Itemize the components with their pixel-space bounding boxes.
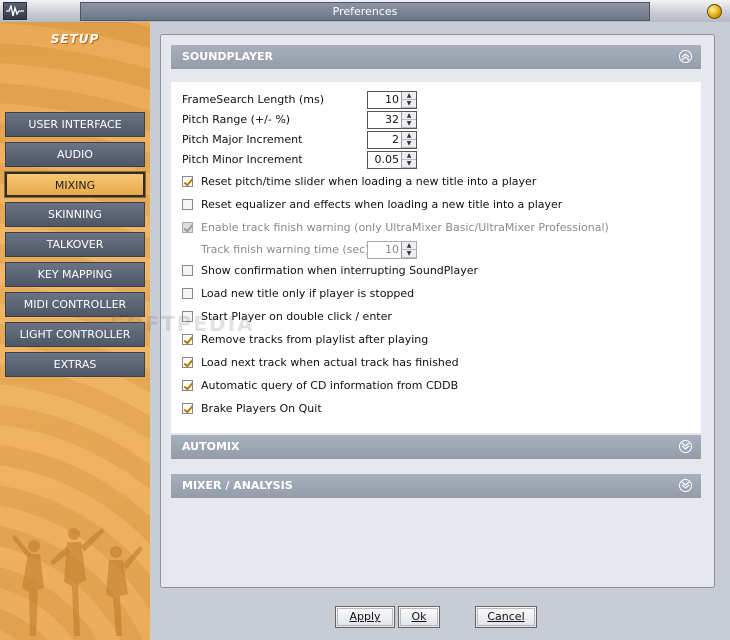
checkbox-checked-icon[interactable] [182,176,193,187]
spin-up-icon[interactable]: ▲ [402,152,416,160]
sidebar-nav: USER INTERFACE AUDIO MIXING SKINNING TAL… [0,112,150,382]
checkbox-checked-icon[interactable] [182,334,193,345]
checkbox-unchecked-icon[interactable] [182,199,193,210]
checkbox-unchecked-icon[interactable] [182,311,193,322]
spin-down-icon[interactable]: ▼ [402,160,416,168]
checkbox-label: Reset equalizer and effects when loading… [201,198,563,211]
field-label-warning-time: Track finish warning time (sec) [201,243,370,256]
field-label-framesearch: FrameSearch Length (ms) [182,93,325,106]
field-label-pitch-minor: Pitch Minor Increment [182,153,303,166]
checkbox-checked-icon[interactable] [182,380,193,391]
spinner-arrows[interactable]: ▲ ▼ [401,112,416,128]
checkbox-checked-icon[interactable] [182,357,193,368]
soundplayer-section-header[interactable]: SOUNDPLAYER [171,45,701,69]
spin-down-icon: ▼ [402,250,416,258]
spin-up-icon[interactable]: ▲ [402,112,416,120]
checkbox-label: Remove tracks from playlist after playin… [201,333,429,346]
checkbox-unchecked-icon[interactable] [182,265,193,276]
checkbox-checked-icon[interactable] [182,403,193,414]
sidebar-item-talkover[interactable]: TALKOVER [5,232,145,257]
checkbox-label: Show confirmation when interrupting Soun… [201,264,479,277]
chevron-down-icon[interactable] [679,479,692,492]
sidebar-item-key-mapping[interactable]: KEY MAPPING [5,262,145,287]
checkbox-label: Load next track when actual track has fi… [201,356,459,369]
sidebar-item-user-interface[interactable]: USER INTERFACE [5,112,145,137]
ok-button[interactable]: Ok [398,606,440,628]
pitch-major-increment-spinner[interactable]: 2 ▲ ▼ [367,131,417,149]
spinner-arrows[interactable]: ▲ ▼ [401,132,416,148]
spin-up-icon: ▲ [402,242,416,250]
checkbox-label: Reset pitch/time slider when loading a n… [201,175,537,188]
spinner-value: 0.05 [374,153,400,166]
checkbox-unchecked-icon[interactable] [182,288,193,299]
apply-button[interactable]: Apply [335,606,395,628]
field-label-pitch-range: Pitch Range (+/- %) [182,113,291,126]
spinner-value: 10 [385,93,399,106]
dialog-button-bar: Apply Ok Cancel [150,602,730,640]
soundplayer-section-title: SOUNDPLAYER [182,50,274,63]
app-waveform-icon[interactable] [3,2,27,20]
spinner-value: 32 [385,113,399,126]
spinner-value: 10 [385,243,399,256]
sidebar-item-audio[interactable]: AUDIO [5,142,145,167]
spin-down-icon[interactable]: ▼ [402,140,416,148]
checkbox-label: Enable track finish warning (only UltraM… [201,221,609,234]
automix-section-title: AUTOMIX [182,440,240,453]
sidebar-item-midi-controller[interactable]: MIDI CONTROLLER [5,292,145,317]
checkbox-label: Automatic query of CD information from C… [201,379,459,392]
pitch-range-spinner[interactable]: 32 ▲ ▼ [367,111,417,129]
spinner-value: 2 [392,133,399,146]
close-icon[interactable] [707,4,722,19]
sidebar-item-light-controller[interactable]: LIGHT CONTROLLER [5,322,145,347]
settings-frame[interactable]: SOUNDPLAYER FrameSearch Length (ms) 10 ▲… [160,34,715,588]
sidebar-item-skinning[interactable]: SKINNING [5,202,145,227]
pitch-minor-increment-spinner[interactable]: 0.05 ▲ ▼ [367,151,417,169]
automix-section-header[interactable]: AUTOMIX [171,435,701,459]
sidebar: SETUP USER INTERFACE AUDIO MIXING SKINNI… [0,22,150,640]
window-title: Preferences [80,2,650,21]
spin-down-icon[interactable]: ▼ [402,120,416,128]
field-label-pitch-major: Pitch Major Increment [182,133,303,146]
mixer-analysis-section-header[interactable]: MIXER / ANALYSIS [171,474,701,498]
spinner-arrows: ▲ ▼ [401,242,416,258]
spin-up-icon[interactable]: ▲ [402,92,416,100]
spin-down-icon[interactable]: ▼ [402,100,416,108]
checkbox-disabled-icon [182,222,193,233]
checkbox-label: Load new title only if player is stopped [201,287,415,300]
sidebar-item-extras[interactable]: EXTRAS [5,352,145,377]
dancers-silhouette [12,528,143,636]
sidebar-item-mixing[interactable]: MIXING [4,171,146,198]
chevron-down-icon[interactable] [679,440,692,453]
sidebar-heading: SETUP [50,32,100,46]
soundplayer-section-body: FrameSearch Length (ms) 10 ▲ ▼ Pitch Rang… [171,82,701,433]
title-bar: Preferences [0,0,730,23]
mixer-analysis-section-title: MIXER / ANALYSIS [182,479,293,492]
spin-up-icon[interactable]: ▲ [402,132,416,140]
framesearch-length-spinner[interactable]: 10 ▲ ▼ [367,91,417,109]
spinner-arrows[interactable]: ▲ ▼ [401,92,416,108]
checkbox-label: Start Player on double click / enter [201,310,392,323]
checkbox-label: Brake Players On Quit [201,402,322,415]
warning-time-spinner: 10 ▲ ▼ [367,241,417,259]
spinner-arrows[interactable]: ▲ ▼ [401,152,416,168]
cancel-button[interactable]: Cancel [475,606,537,628]
chevron-up-icon[interactable] [679,50,692,63]
main-panel: SOUNDPLAYER FrameSearch Length (ms) 10 ▲… [150,22,730,602]
